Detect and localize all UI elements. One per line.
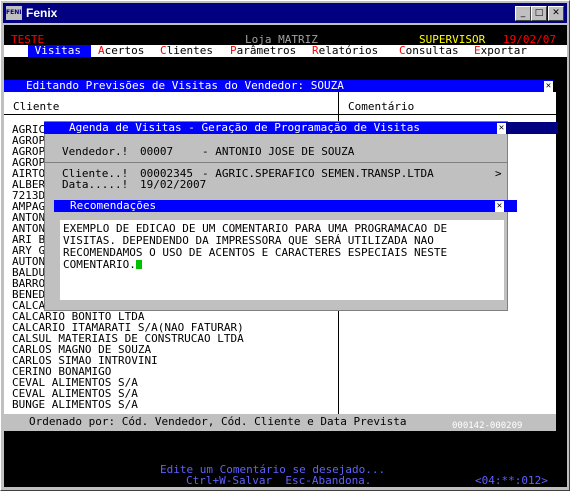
- data-label: Data.....!: [62, 178, 129, 191]
- comment-line-4: COMENTARIO.: [63, 259, 142, 271]
- agenda-titlebar: Agenda de Visitas - Geração de Programaç…: [44, 122, 506, 134]
- menu-consultas[interactable]: Consultas: [399, 45, 459, 57]
- agenda-title: Agenda de Visitas - Geração de Programaç…: [69, 121, 420, 134]
- maximize-button[interactable]: □: [531, 6, 547, 21]
- app-icon: FENIX: [6, 6, 26, 20]
- cliente-name: - AGRIC.SPERAFICO SEMEN.TRANSP.LTDA: [202, 167, 434, 180]
- col-cliente-header: Cliente: [13, 100, 60, 113]
- client-list-item[interactable]: BUNGE ALIMENTOS S/A: [12, 399, 138, 411]
- edit-panel-title: Editando Previsões de Visitas do Vendedo…: [26, 79, 344, 92]
- edit-panel-titlebar: Editando Previsões de Visitas do Vendedo…: [4, 80, 553, 92]
- app-window: FENIX Fenix _ □ ✕ TESTE Loja MATRIZ SUPE…: [0, 0, 570, 491]
- minimize-button[interactable]: _: [515, 6, 531, 21]
- agenda-titlebar-tail: [506, 122, 558, 134]
- footer-bar: Ordenado por: Cód. Vendedor, Cód. Client…: [4, 414, 556, 431]
- menu-parametros[interactable]: Parâmetros: [230, 45, 296, 57]
- menu-acertos[interactable]: Acertos: [98, 45, 144, 57]
- recomendacoes-title: Recomendações: [70, 199, 157, 212]
- title-bar[interactable]: FENIX Fenix _ □ ✕: [3, 3, 567, 23]
- vendedor-name: - ANTONIO JOSE DE SOUZA: [202, 145, 355, 158]
- recomendacoes-close-icon[interactable]: ✕: [495, 201, 504, 212]
- recomendacoes-titlebar: Recomendações: [54, 200, 517, 212]
- agenda-divider: [44, 162, 508, 163]
- vendedor-code: 00007: [140, 145, 174, 158]
- comment-textarea[interactable]: EXEMPLO DE EDICAO DE UM COMENTARIO PARA …: [60, 220, 504, 300]
- menu-relatorios[interactable]: Relatórios: [312, 45, 378, 57]
- vendedor-label: Vendedor.!: [62, 145, 129, 158]
- col-comentario-header: Comentário: [348, 100, 415, 113]
- menu-bar: Visitas Acertos Clientes Parâmetros Rela…: [4, 45, 567, 57]
- terminal-screen: TESTE Loja MATRIZ SUPERVISOR 19/02/07 Vi…: [4, 25, 567, 487]
- sort-order-label: Ordenado por: Cód. Vendedor, Cód. Client…: [29, 415, 407, 428]
- close-button[interactable]: ✕: [548, 6, 564, 21]
- cliente-arrow[interactable]: >: [495, 168, 502, 180]
- cursor-position: <04:**:012>: [475, 474, 548, 487]
- text-cursor: [135, 260, 142, 269]
- window-title: Fenix: [26, 6, 58, 20]
- menu-clientes[interactable]: Clientes: [160, 45, 213, 57]
- data-value: 19/02/2007: [140, 178, 207, 191]
- agenda-close-icon[interactable]: ✕: [497, 123, 506, 134]
- status-shortcuts: Ctrl+W-Salvar Esc-Abandona.: [186, 474, 372, 487]
- menu-exportar[interactable]: Exportar: [474, 45, 527, 57]
- menu-visitas[interactable]: Visitas: [28, 45, 91, 57]
- record-position: 000142-000209: [452, 421, 523, 431]
- header-divider: [4, 114, 556, 115]
